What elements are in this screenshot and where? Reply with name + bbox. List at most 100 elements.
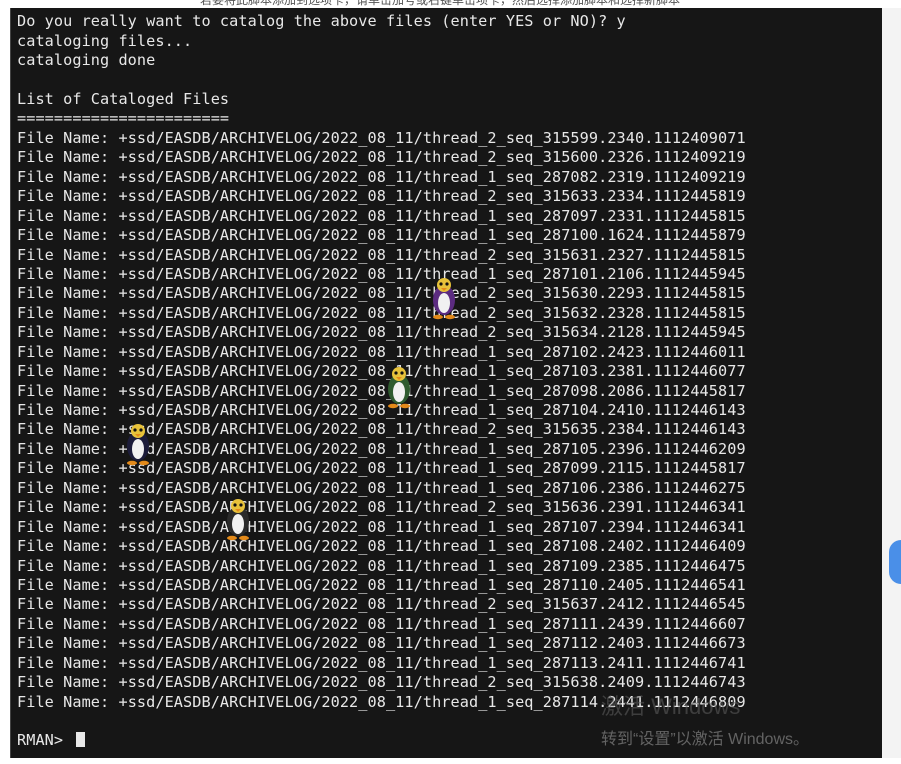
status-line: cataloging done [17,51,156,69]
file-path: +ssd/EASDB/ARCHIVELOG/2022_08_11/thread_… [118,167,746,186]
file-name-row: File Name: +ssd/EASDB/ARCHIVELOG/2022_08… [17,382,746,401]
file-path: +ssd/EASDB/ARCHIVELOG/2022_08_11/thread_… [118,634,746,653]
file-name-label: File Name: [17,245,119,264]
file-path: +ssd/EASDB/ARCHIVELOG/2022_08_11/thread_… [118,556,746,575]
file-name-row: File Name: +ssd/EASDB/ARCHIVELOG/2022_08… [17,479,746,498]
file-name-row: File Name: +ssd/EASDB/ARCHIVELOG/2022_08… [17,168,746,187]
file-name-label: File Name: [17,459,119,478]
file-path: +ssd/EASDB/ARCHIVELOG/2022_08_11/thread_… [118,459,746,478]
file-path: +ssd/EASDB/ARCHIVELOG/2022_08_11/thread_… [118,614,746,633]
penguin-icon [127,424,149,466]
status-line: cataloging files... [17,32,193,50]
file-path: +ssd/EASDB/ARCHIVELOG/2022_08_11/thread_… [118,323,746,342]
file-name-label: File Name: [17,556,119,575]
rman-prompt: RMAN> [17,731,73,749]
file-path: +ssd/EASDB/ARCHIVELOG/2022_08_11/thread_… [118,187,746,206]
file-name-row: File Name: +ssd/EASDB/ARCHIVELOG/2022_08… [17,557,746,576]
file-name-row: File Name: +ssd/EASDB/ARCHIVELOG/2022_08… [17,148,746,167]
file-path: +ssd/EASDB/ARCHIVELOG/2022_08_11/thread_… [118,537,746,555]
file-path: +ssd/EASDB/ARCHIVELOG/2022_08_11/thread_… [118,420,746,439]
window-top-strip: 若要将此脚本添加到选项卡，请单击加号或右键单击项卡，然后选择添加脚本和选择新脚本 [0,0,901,8]
text-cursor [76,732,86,747]
file-name-label: File Name: [17,342,119,361]
file-name-label: File Name: [17,381,119,400]
file-name-row: File Name: +ssd/EASDB/ARCHIVELOG/2022_08… [17,498,746,517]
file-path: +ssd/EASDB/ARCHIVELOG/2022_08_11/thread_… [118,129,746,147]
file-name-label: File Name: [17,129,119,147]
file-name-row: File Name: +ssd/EASDB/ARCHIVELOG/2022_08… [17,129,746,148]
file-name-label: File Name: [17,439,119,458]
file-name-row: File Name: +ssd/EASDB/ARCHIVELOG/2022_08… [17,284,746,303]
penguin-icon [227,499,249,541]
file-name-row: File Name: +ssd/EASDB/ARCHIVELOG/2022_08… [17,537,746,556]
file-name-row: File Name: +ssd/EASDB/ARCHIVELOG/2022_08… [17,634,746,653]
file-name-label: File Name: [17,420,119,439]
file-path: +ssd/EASDB/ARCHIVELOG/2022_08_11/thread_… [118,575,746,594]
file-path: +ssd/EASDB/ARCHIVELOG/2022_08_11/thread_… [118,673,746,691]
file-name-row: File Name: +ssd/EASDB/ARCHIVELOG/2022_08… [17,595,746,614]
file-name-row: File Name: +ssd/EASDB/ARCHIVELOG/2022_08… [17,226,746,245]
file-name-label: File Name: [17,575,119,594]
file-name-row: File Name: +ssd/EASDB/ARCHIVELOG/2022_08… [17,362,746,381]
file-name-label: File Name: [17,517,119,536]
file-name-label: File Name: [17,614,119,633]
file-path: +ssd/EASDB/ARCHIVELOG/2022_08_11/thread_… [118,498,746,517]
file-path: +ssd/EASDB/ARCHIVELOG/2022_08_11/thread_… [118,653,746,672]
side-panel [882,8,901,758]
file-name-label: File Name: [17,362,119,381]
catalog-confirm-prompt: Do you really want to catalog the above … [17,12,626,30]
file-name-label: File Name: [17,653,119,672]
file-name-row: File Name: +ssd/EASDB/ARCHIVELOG/2022_08… [17,304,746,323]
file-name-label: File Name: [17,634,119,653]
file-name-label: File Name: [17,284,119,303]
file-name-label: File Name: [17,167,119,186]
list-underline: ======================= [17,109,230,127]
file-path: +ssd/EASDB/ARCHIVELOG/2022_08_11/thread_… [118,362,746,381]
file-path: +ssd/EASDB/ARCHIVELOG/2022_08_11/thread_… [118,401,746,419]
file-name-label: File Name: [17,498,119,517]
file-name-row: File Name: +ssd/EASDB/ARCHIVELOG/2022_08… [17,401,746,420]
file-name-label: File Name: [17,673,119,691]
file-name-label: File Name: [17,226,119,245]
file-name-row: File Name: +ssd/EASDB/ARCHIVELOG/2022_08… [17,265,746,284]
file-name-row: File Name: +ssd/EASDB/ARCHIVELOG/2022_08… [17,615,746,634]
file-path: +ssd/EASDB/ARCHIVELOG/2022_08_11/thread_… [118,692,746,711]
file-name-row: File Name: +ssd/EASDB/ARCHIVELOG/2022_08… [17,343,746,362]
file-name-label: File Name: [17,148,119,167]
rman-prompt-line[interactable]: RMAN> [17,731,86,750]
terminal-output: Do you really want to catalog the above … [11,8,883,758]
file-name-row: File Name: +ssd/EASDB/ARCHIVELOG/2022_08… [17,246,746,265]
file-name-label: File Name: [17,401,119,419]
file-name-label: File Name: [17,265,119,283]
file-name-row: File Name: +ssd/EASDB/ARCHIVELOG/2022_08… [17,576,746,595]
file-name-label: File Name: [17,187,119,206]
file-name-label: File Name: [17,478,119,497]
file-name-label: File Name: [17,692,119,711]
top-strip-text: 若要将此脚本添加到选项卡，请单击加号或右键单击项卡，然后选择添加脚本和选择新脚本 [200,0,681,7]
file-path: +ssd/EASDB/ARCHIVELOG/2022_08_11/thread_… [118,439,746,458]
file-path: +ssd/EASDB/ARCHIVELOG/2022_08_11/thread_… [118,245,746,264]
file-name-label: File Name: [17,303,119,322]
file-path: +ssd/EASDB/ARCHIVELOG/2022_08_11/thread_… [118,206,746,225]
file-path: +ssd/EASDB/ARCHIVELOG/2022_08_11/thread_… [118,381,746,400]
file-path: +ssd/EASDB/ARCHIVELOG/2022_08_11/thread_… [118,517,746,536]
file-path: +ssd/EASDB/ARCHIVELOG/2022_08_11/thread_… [118,148,746,167]
file-path: +ssd/EASDB/ARCHIVELOG/2022_08_11/thread_… [118,478,746,497]
file-path: +ssd/EASDB/ARCHIVELOG/2022_08_11/thread_… [118,226,746,245]
file-path: +ssd/EASDB/ARCHIVELOG/2022_08_11/thread_… [118,595,746,614]
file-name-label: File Name: [17,595,119,614]
file-name-row: File Name: +ssd/EASDB/ARCHIVELOG/2022_08… [17,207,746,226]
file-name-label: File Name: [17,323,119,342]
floating-assistant-button[interactable] [889,540,901,584]
file-name-row: File Name: +ssd/EASDB/ARCHIVELOG/2022_08… [17,323,746,342]
window-bottom-strip [0,758,901,764]
file-name-label: File Name: [17,537,119,555]
terminal-window[interactable]: Do you really want to catalog the above … [10,8,884,758]
list-title: List of Cataloged Files [17,90,230,108]
file-name-row: File Name: +ssd/EASDB/ARCHIVELOG/2022_08… [17,187,746,206]
file-name-row: File Name: +ssd/EASDB/ARCHIVELOG/2022_08… [17,693,746,712]
file-name-label: File Name: [17,206,119,225]
file-path: +ssd/EASDB/ARCHIVELOG/2022_08_11/thread_… [118,342,746,361]
penguin-icon [433,278,455,320]
file-name-row: File Name: +ssd/EASDB/ARCHIVELOG/2022_08… [17,654,746,673]
